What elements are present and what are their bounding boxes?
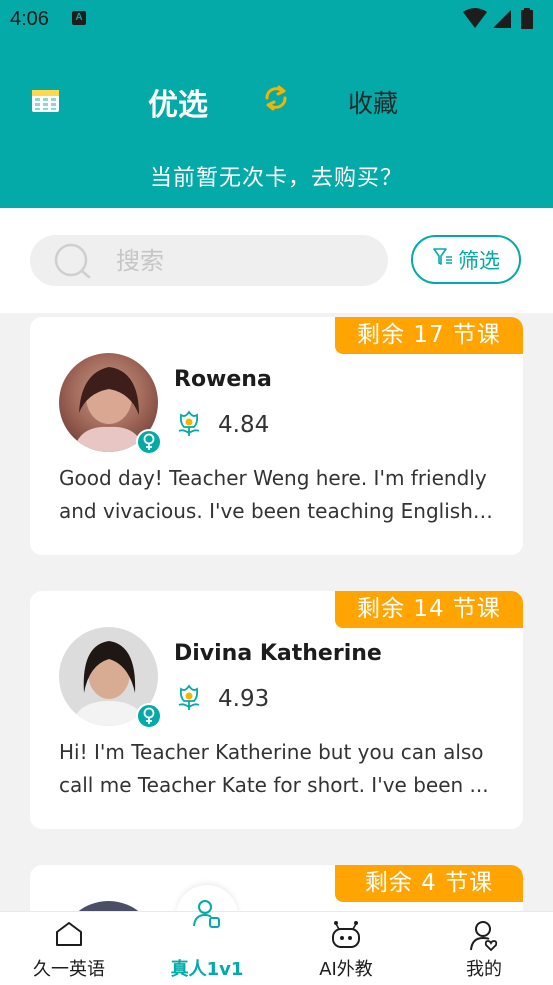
filter-label: 筛选 bbox=[458, 248, 500, 273]
tab-preferred[interactable]: 优选 bbox=[148, 80, 208, 124]
tab-favorites[interactable]: 收藏 bbox=[348, 84, 398, 120]
profile-heart-icon bbox=[469, 920, 499, 956]
filter-icon bbox=[432, 246, 454, 273]
gender-female-icon bbox=[136, 703, 162, 729]
calendar-icon[interactable] bbox=[32, 90, 59, 116]
teacher-rating: 4.93 bbox=[218, 686, 270, 712]
nav-live-1v1[interactable]: 真人1v1 bbox=[138, 900, 276, 985]
teacher-badge-icon bbox=[191, 898, 223, 934]
search-box[interactable] bbox=[30, 235, 388, 286]
status-time: 4:06 bbox=[10, 8, 49, 30]
status-icons bbox=[463, 8, 543, 34]
bottom-nav: 久一英语 真人1v1 AI外教 我的 bbox=[0, 900, 553, 985]
teacher-name: Divina Katherine bbox=[174, 641, 382, 666]
teacher-bio: Good day! Teacher Weng here. I'm friendl… bbox=[59, 466, 487, 523]
notification-a-icon: A bbox=[72, 11, 86, 25]
remaining-lessons-badge: 剩余 4 节课 bbox=[335, 865, 523, 902]
robot-icon bbox=[330, 920, 362, 954]
nav-label: 我的 bbox=[466, 959, 502, 980]
rating-flower-icon bbox=[174, 683, 204, 717]
nav-me[interactable]: 我的 bbox=[415, 912, 553, 985]
nav-label: 真人1v1 bbox=[170, 959, 244, 980]
teacher-rating: 4.84 bbox=[218, 412, 270, 438]
wifi-icon bbox=[463, 8, 487, 28]
teacher-card[interactable]: 剩余 14 节课 Divina Katherine 4.93 Hi! I'm T… bbox=[30, 591, 523, 829]
search-section: 筛选 bbox=[0, 208, 553, 313]
battery-icon bbox=[521, 8, 533, 29]
status-bar: 4:06 A bbox=[0, 0, 553, 40]
teacher-bio: Hi! I'm Teacher Katherine but you can al… bbox=[59, 740, 489, 797]
nav-home[interactable]: 久一英语 bbox=[0, 912, 138, 985]
remaining-lessons-badge: 剩余 17 节课 bbox=[335, 317, 523, 354]
remaining-lessons-badge: 剩余 14 节课 bbox=[335, 591, 523, 628]
search-icon bbox=[54, 243, 92, 283]
nav-label: AI外教 bbox=[319, 959, 373, 980]
buy-card-notice[interactable]: 当前暂无次卡，去购买？ bbox=[0, 160, 553, 192]
refresh-icon[interactable] bbox=[262, 84, 290, 116]
gender-female-icon bbox=[136, 429, 162, 455]
teacher-name: Rowena bbox=[174, 367, 272, 392]
filter-button[interactable]: 筛选 bbox=[411, 235, 521, 284]
signal-icon bbox=[493, 10, 511, 28]
nav-label: 久一英语 bbox=[33, 959, 105, 980]
search-input[interactable] bbox=[116, 235, 366, 286]
teacher-card[interactable]: 剩余 17 节课 Rowena 4.84 Good day! Teacher W… bbox=[30, 317, 523, 555]
nav-ai-teacher[interactable]: AI外教 bbox=[277, 912, 415, 985]
home-icon bbox=[54, 920, 84, 952]
rating-flower-icon bbox=[174, 409, 204, 443]
header: 优选 收藏 当前暂无次卡，去购买？ bbox=[0, 40, 553, 208]
